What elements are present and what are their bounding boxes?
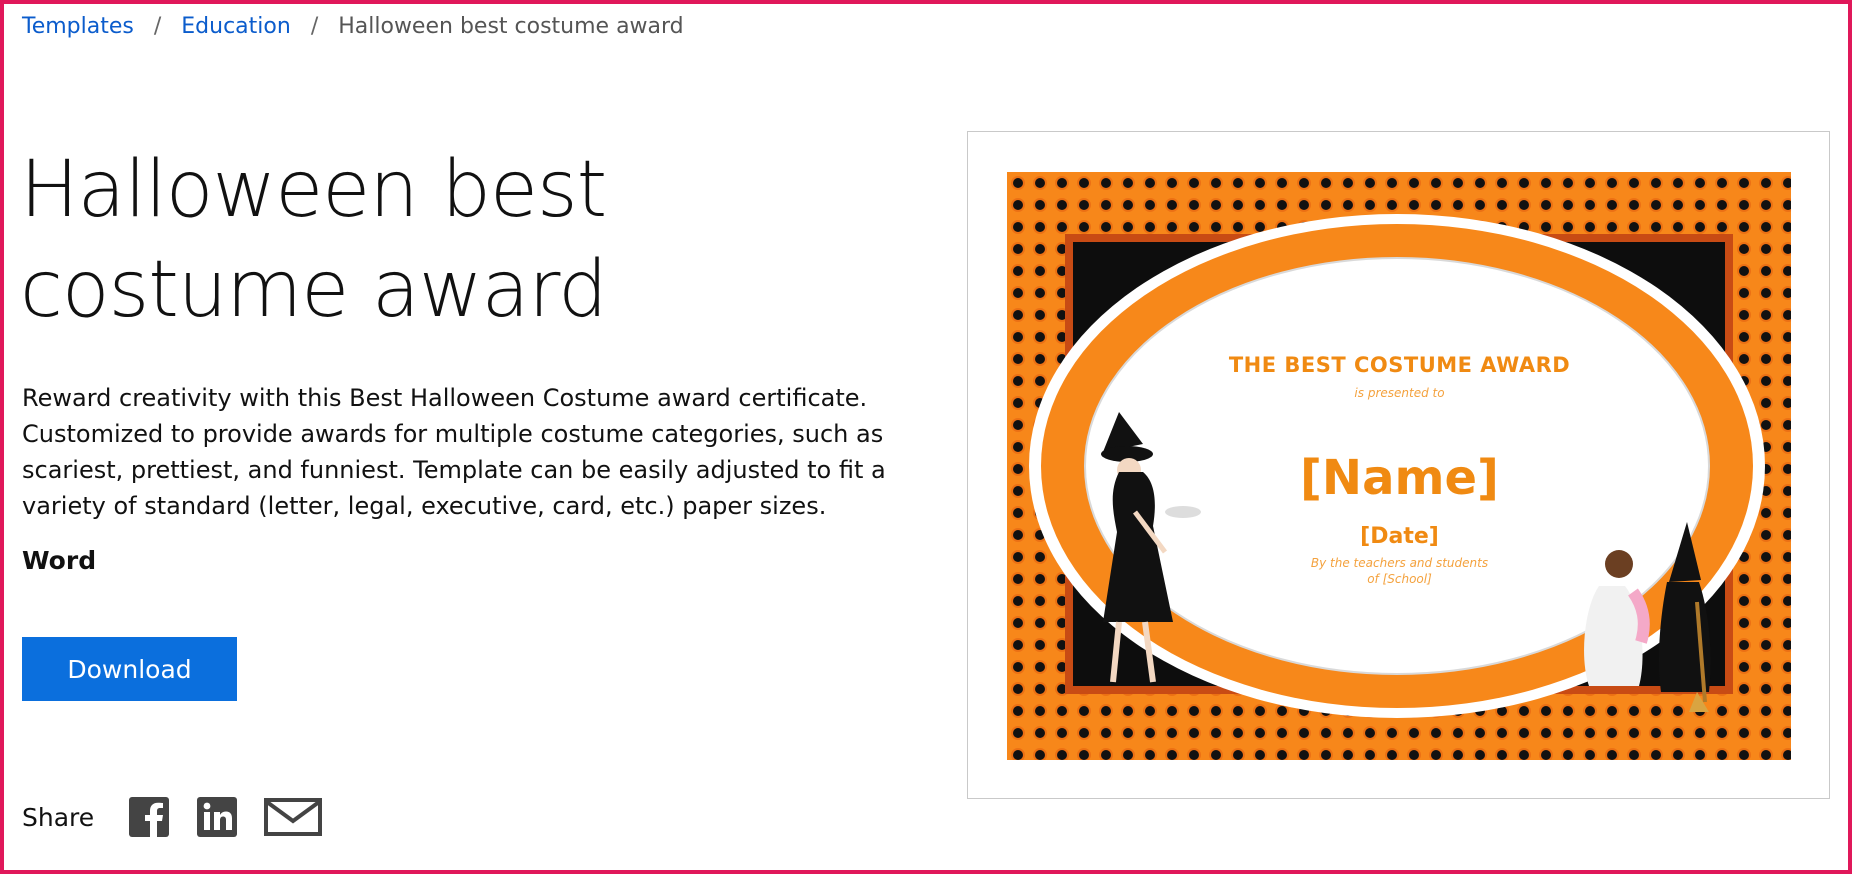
linkedin-icon[interactable] — [196, 796, 238, 838]
breadcrumb: Templates / Education / Halloween best c… — [22, 14, 684, 39]
share-bar: Share — [22, 796, 348, 838]
app-label: Word — [22, 546, 97, 575]
certificate-school-line: of [School] — [1367, 572, 1432, 586]
certificate-by-line: By the teachers and students — [1310, 556, 1489, 570]
breadcrumb-separator: / — [310, 14, 319, 39]
facebook-icon[interactable] — [128, 796, 170, 838]
description-line: Customized to provide awards for multipl… — [22, 420, 884, 448]
download-button[interactable]: Download — [22, 637, 237, 701]
certificate-heading: THE BEST COSTUME AWARD — [1228, 353, 1571, 377]
page-title: Halloween best costume award — [20, 145, 608, 335]
email-icon[interactable] — [264, 797, 323, 837]
certificate-date: [Date] — [1360, 524, 1439, 549]
certificate-name: [Name] — [1299, 450, 1499, 506]
description-line: variety of standard (letter, legal, exec… — [22, 492, 827, 520]
certificate-presented-text: is presented to — [1354, 386, 1445, 400]
template-description: Reward creativity with this Best Hallowe… — [22, 380, 902, 524]
breadcrumb-templates[interactable]: Templates — [22, 14, 134, 39]
share-label: Share — [22, 802, 95, 832]
breadcrumb-education[interactable]: Education — [181, 14, 291, 39]
description-line: Reward creativity with this Best Hallowe… — [22, 384, 868, 412]
description-line: scariest, prettiest, and funniest. Templ… — [22, 456, 886, 484]
breadcrumb-separator: / — [153, 14, 162, 39]
breadcrumb-current: Halloween best costume award — [338, 14, 684, 39]
template-preview[interactable]: THE BEST COSTUME AWARD is presented to [… — [967, 131, 1830, 799]
